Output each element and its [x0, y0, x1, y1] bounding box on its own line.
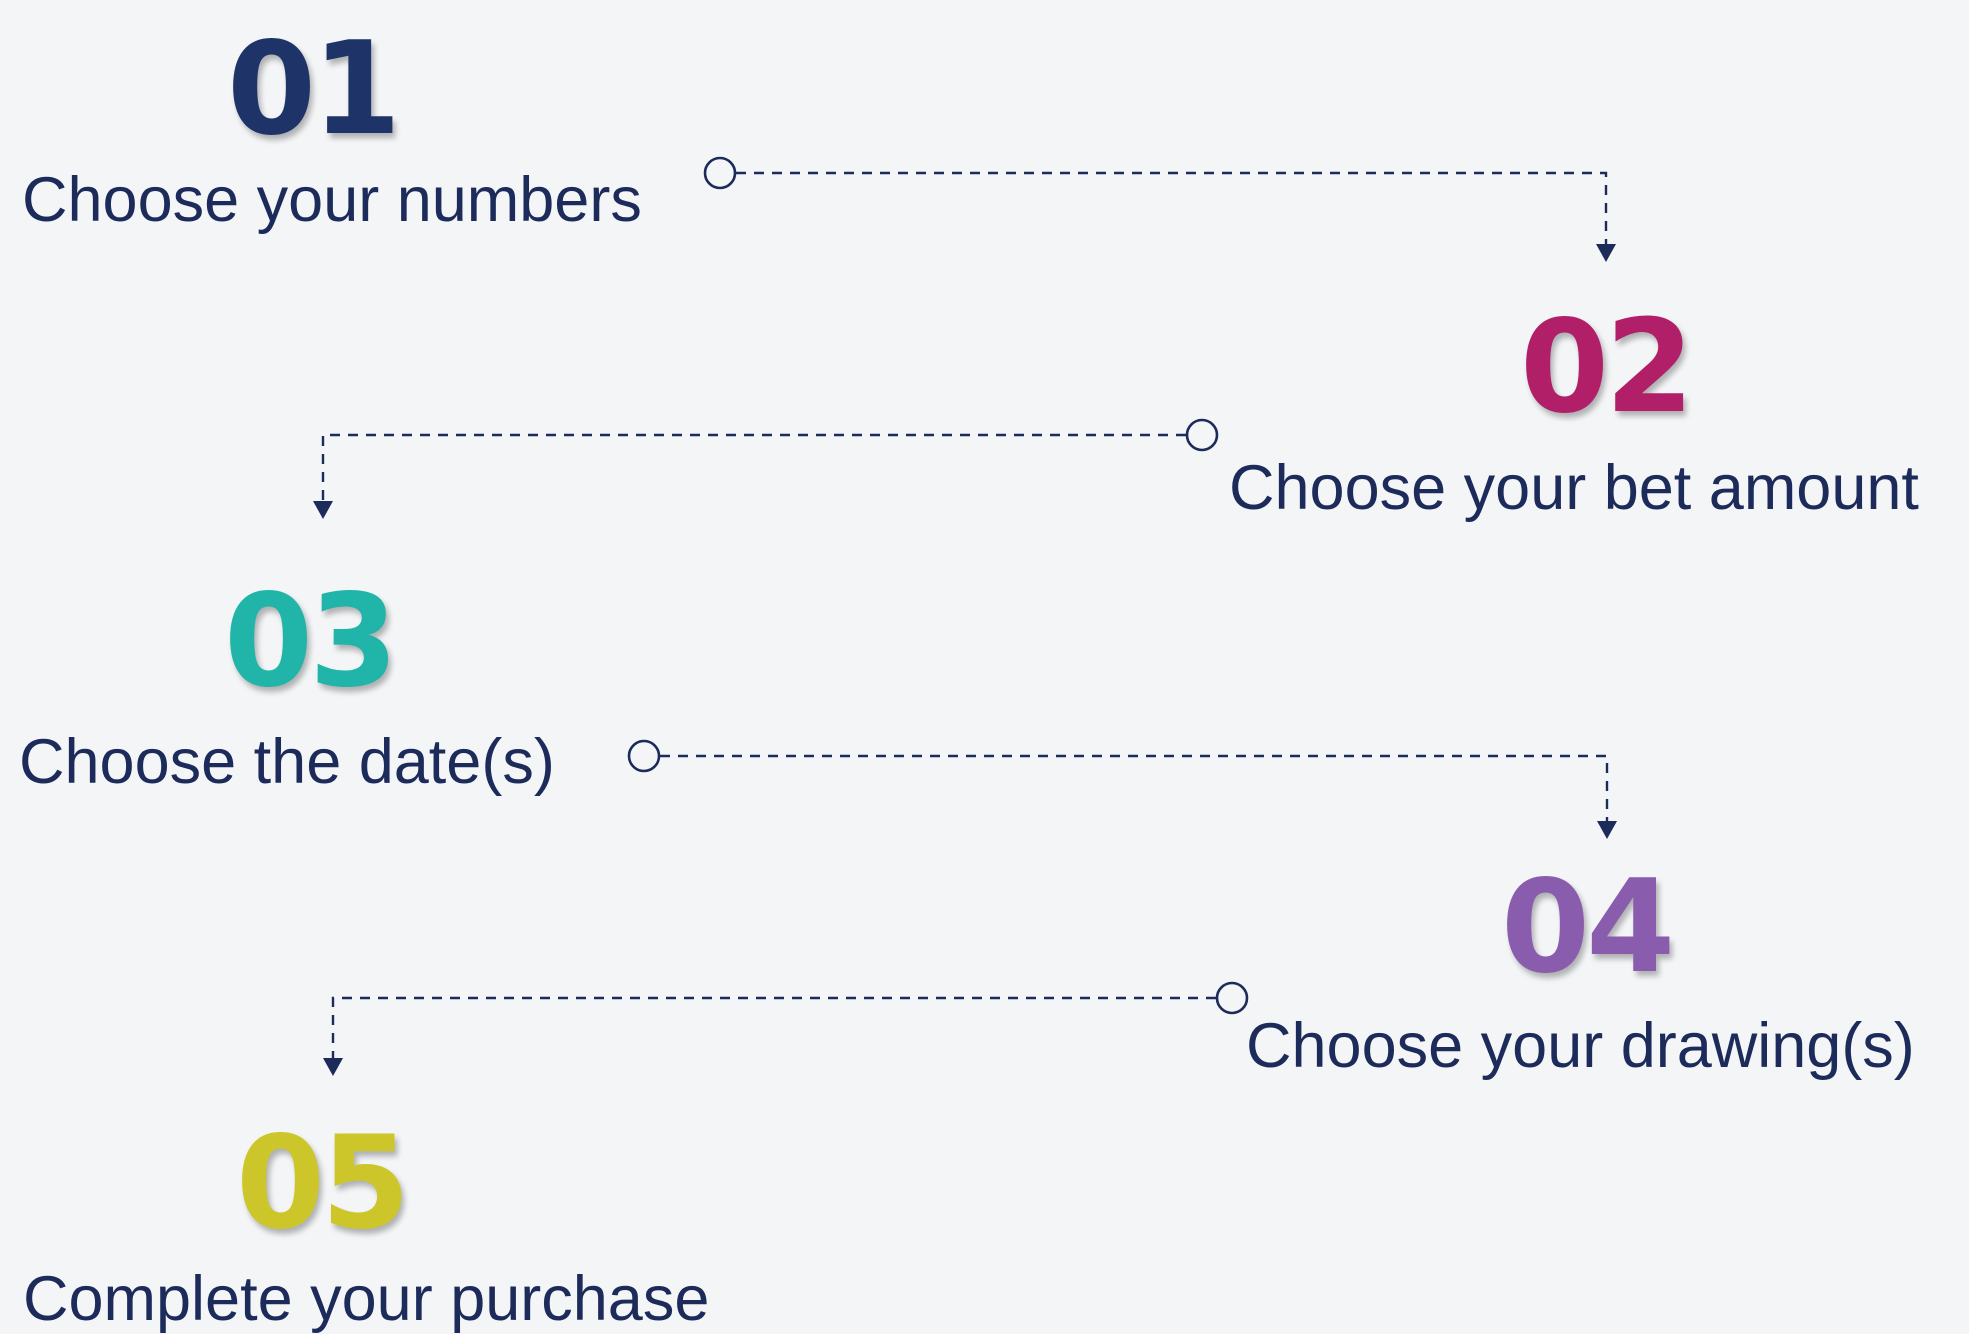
connector-03-to-04 — [627, 739, 1617, 839]
connector-start-circle — [1185, 418, 1219, 452]
arrow-down-icon — [1597, 821, 1617, 839]
connector-start-circle — [1215, 981, 1249, 1015]
step-01-label: Choose your numbers — [22, 165, 642, 235]
step-02-label: Choose your bet amount — [1229, 453, 1919, 523]
arrow-down-icon — [1596, 244, 1616, 262]
step-05-label: Complete your purchase — [23, 1264, 710, 1334]
connector-04-to-05 — [323, 981, 1249, 1076]
connector-02-to-03 — [313, 418, 1219, 519]
step-02-number: 02 — [1520, 293, 1694, 442]
connector-start-circle — [703, 156, 737, 190]
step-04-label: Choose your drawing(s) — [1246, 1011, 1915, 1081]
arrow-down-icon — [323, 1058, 343, 1076]
connector-01-to-02 — [703, 156, 1616, 262]
step-01-number: 01 — [227, 15, 401, 164]
step-05-number: 05 — [236, 1109, 410, 1258]
step-03-label: Choose the date(s) — [19, 727, 555, 797]
connector-start-circle — [627, 739, 661, 773]
step-04-number: 04 — [1501, 853, 1675, 1002]
step-03-number: 03 — [224, 567, 398, 716]
arrow-down-icon — [313, 501, 333, 519]
